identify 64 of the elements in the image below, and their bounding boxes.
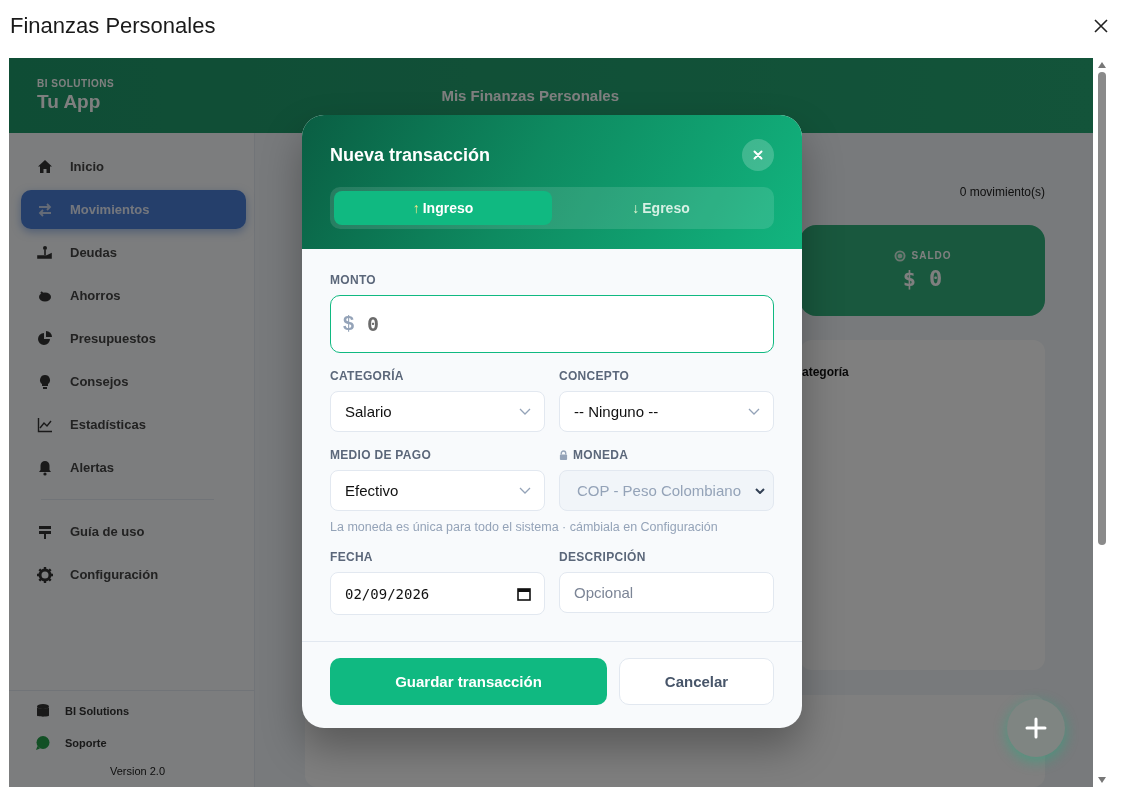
sidebar-item[interactable]: Estadísticas xyxy=(21,405,246,444)
calendar-icon xyxy=(517,586,531,601)
line-chart-icon xyxy=(37,416,53,433)
close-button[interactable] xyxy=(742,139,774,171)
select-field[interactable]: Salario xyxy=(330,391,545,432)
select-field[interactable]: Efectivo xyxy=(330,470,545,511)
footer-link[interactable]: Soporte xyxy=(35,735,254,751)
sidebar-item[interactable]: Movimientos xyxy=(21,190,246,229)
header-title: Mis Finanzas Personales xyxy=(441,87,619,104)
house-icon xyxy=(37,158,53,175)
sidebar-item[interactable]: Guía de uso xyxy=(21,512,246,551)
footer-link[interactable]: BI Solutions xyxy=(35,703,254,719)
hint-text: La moneda es única para todo el sistema · cámbiala en Configuración xyxy=(330,520,719,534)
field-label: CATEGORÍA xyxy=(330,369,404,383)
field-label: MONEDA xyxy=(573,448,629,462)
database-icon xyxy=(35,703,51,719)
lock-icon xyxy=(559,450,568,460)
field-label: MEDIO DE PAGO xyxy=(330,448,432,462)
signpost-icon xyxy=(37,523,53,540)
chevron-down-icon xyxy=(748,408,760,415)
movement-count: 0 movimiento(s) xyxy=(959,185,1045,201)
cancel-button[interactable]: Cancelar xyxy=(619,658,774,705)
close-icon[interactable] xyxy=(1094,19,1108,33)
chevron-down-icon xyxy=(755,487,765,494)
dialog-title: Nueva transacción xyxy=(330,144,491,166)
save-button[interactable]: Guardar transacción xyxy=(330,658,607,705)
sidebar-item[interactable]: Ahorros xyxy=(21,276,246,315)
gear-icon xyxy=(37,566,53,583)
pie-chart-icon xyxy=(37,330,53,347)
select-field[interactable]: -- Ninguno -- xyxy=(559,391,774,432)
sidebar-item[interactable]: Configuración xyxy=(21,555,246,594)
plus-icon xyxy=(1025,717,1047,739)
sidebar-item[interactable]: Alertas xyxy=(21,448,246,487)
balance-value: $ 0 xyxy=(902,265,943,291)
brand-caption: BI SOLUTIONS xyxy=(37,78,115,89)
hand-coin-icon xyxy=(37,244,53,261)
app-name: Tu App xyxy=(37,91,101,113)
type-tab[interactable]: ↓ Egreso xyxy=(552,191,770,225)
sidebar-item[interactable]: Consejos xyxy=(21,362,246,401)
arrows-icon xyxy=(37,201,53,218)
field-label: DESCRIPCIÓN xyxy=(559,550,646,564)
scroll-down-icon[interactable] xyxy=(1098,777,1106,783)
description-field[interactable]: Opcional xyxy=(559,572,774,613)
field-label: CONCEPTO xyxy=(559,369,630,383)
field-label: MONTO xyxy=(330,273,377,287)
window-title: Finanzas Personales xyxy=(10,13,216,39)
chat-bubble-icon xyxy=(35,735,51,751)
lightbulb-icon xyxy=(37,373,53,390)
type-tab[interactable]: ↑ Ingreso xyxy=(334,191,552,225)
chevron-down-icon xyxy=(519,487,531,494)
balance-label: SALDO xyxy=(911,250,952,262)
close-icon xyxy=(753,150,763,160)
currency-symbol: $ xyxy=(343,312,355,335)
sidebar-item[interactable]: Inicio xyxy=(21,147,246,186)
coin-icon xyxy=(893,249,906,262)
sidebar-item[interactable]: Presupuestos xyxy=(21,319,246,358)
card-title: ategoría xyxy=(802,364,849,379)
date-field[interactable]: 02/09/2026 xyxy=(330,572,545,615)
scroll-up-icon[interactable] xyxy=(1098,62,1106,68)
version-label: Version 2.0 xyxy=(109,765,165,777)
sidebar-item[interactable]: Deudas xyxy=(21,233,246,272)
bell-icon xyxy=(37,459,53,476)
field-label: FECHA xyxy=(330,550,373,564)
chevron-down-icon xyxy=(519,408,531,415)
